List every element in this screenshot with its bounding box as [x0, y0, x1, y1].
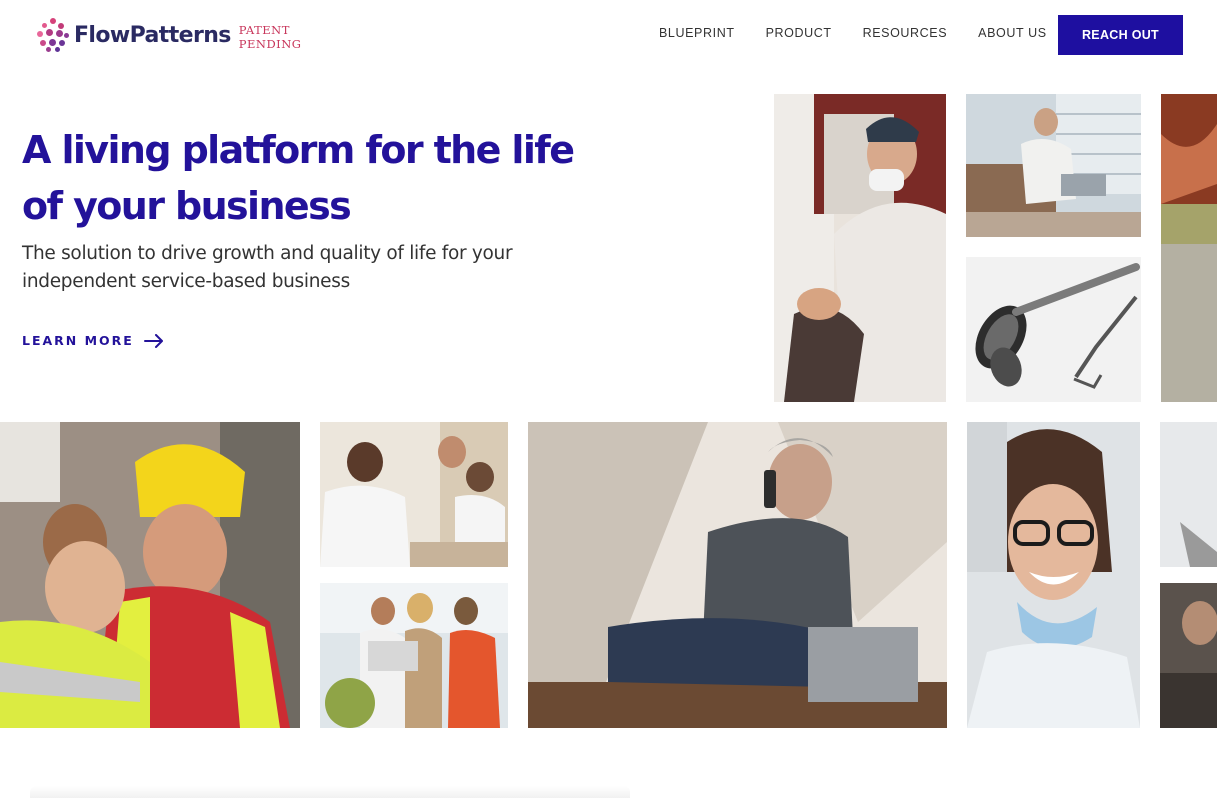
photo-partial-right-top: [1160, 422, 1217, 567]
patent-pending-label: PATENT PENDING: [239, 23, 302, 51]
photo-dentist: [774, 94, 946, 402]
photo-doctor-high-five: [320, 422, 508, 567]
photo-dental-tools: [966, 257, 1141, 402]
photo-man-phone-laptop: [528, 422, 947, 728]
learn-more-label: LEARN MORE: [22, 333, 134, 348]
photo-team-laptop: [320, 583, 508, 728]
hero-title: A living platform for the life of your b…: [22, 128, 575, 228]
learn-more-link[interactable]: LEARN MORE: [22, 333, 164, 348]
nav-resources[interactable]: RESOURCES: [863, 26, 948, 40]
reach-out-button[interactable]: REACH OUT: [1058, 15, 1183, 55]
hero-subtitle: The solution to drive growth and quality…: [22, 243, 513, 292]
photo-man-laptop-outdoors: [966, 94, 1141, 237]
nav-product[interactable]: PRODUCT: [766, 26, 832, 40]
dots-sphere-icon: [36, 18, 70, 52]
photo-partial-right-bottom: [1160, 583, 1217, 728]
photo-lake-edge: [1161, 94, 1217, 402]
logo-text: FlowPatterns: [74, 22, 231, 48]
nav-about-us[interactable]: ABOUT US: [978, 26, 1046, 40]
patent-line-1: PATENT: [238, 23, 290, 37]
patent-line-2: PENDING: [238, 37, 302, 51]
photo-smiling-dentist: [967, 422, 1140, 728]
logo[interactable]: FlowPatterns PATENT PENDING: [36, 16, 301, 54]
photo-construction-workers: [0, 422, 300, 728]
next-section-edge: [30, 786, 630, 798]
arrow-right-icon: [143, 333, 163, 348]
nav-blueprint[interactable]: BLUEPRINT: [659, 26, 735, 40]
main-nav: BLUEPRINT PRODUCT RESOURCES ABOUT US: [640, 26, 1078, 40]
